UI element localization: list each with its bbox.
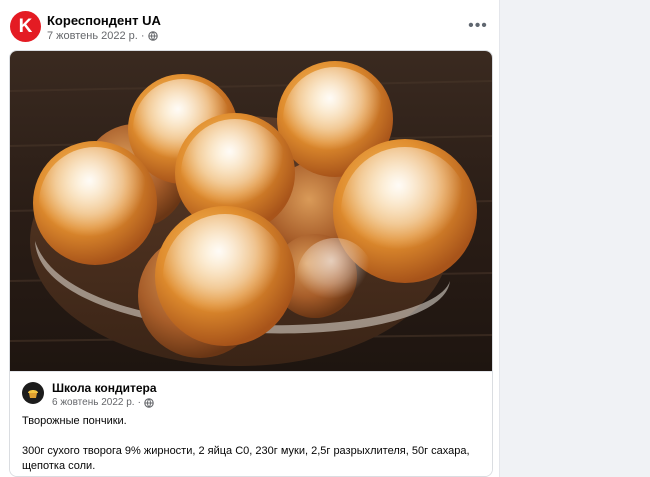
globe-icon — [147, 31, 158, 41]
post-date[interactable]: 7 жовтень 2022 р. — [47, 30, 138, 42]
more-options-button[interactable]: ••• — [466, 14, 490, 38]
post-header: K Кореспондент UA 7 жовтень 2022 р. · ••… — [0, 0, 500, 48]
shared-post-card[interactable]: Школа кондитера 6 жовтень 2022 р. · Твор… — [9, 50, 493, 477]
post-meta: 7 жовтень 2022 р. · — [47, 30, 158, 42]
shared-page-avatar[interactable] — [22, 382, 44, 404]
donuts-photo[interactable] — [10, 51, 493, 371]
shared-post-text: Творожные пончики. 300г сухого творога 9… — [22, 414, 484, 474]
page-avatar[interactable]: K — [10, 11, 41, 42]
recipe-ingredients-line1: 300г сухого творога 9% жирности, 2 яйца … — [22, 445, 470, 457]
more-icon: ••• — [468, 17, 488, 34]
feed-post: K Кореспондент UA 7 жовтень 2022 р. · ••… — [0, 0, 500, 477]
right-background — [502, 0, 650, 477]
shared-page-name[interactable]: Школа кондитера — [52, 381, 157, 395]
page-name-link[interactable]: Кореспондент UA — [47, 13, 161, 28]
shared-post-meta: 6 жовтень 2022 р. · — [52, 397, 154, 408]
logo-letter: K — [18, 16, 33, 37]
globe-icon — [144, 397, 154, 408]
recipe-ingredients-line2: щепотка соли. — [22, 460, 96, 472]
shared-post-date[interactable]: 6 жовтень 2022 р. — [52, 397, 135, 408]
shared-post-body: Школа кондитера 6 жовтень 2022 р. · Твор… — [10, 371, 492, 476]
recipe-title: Творожные пончики. — [22, 415, 127, 427]
cupcake-icon — [28, 390, 38, 398]
